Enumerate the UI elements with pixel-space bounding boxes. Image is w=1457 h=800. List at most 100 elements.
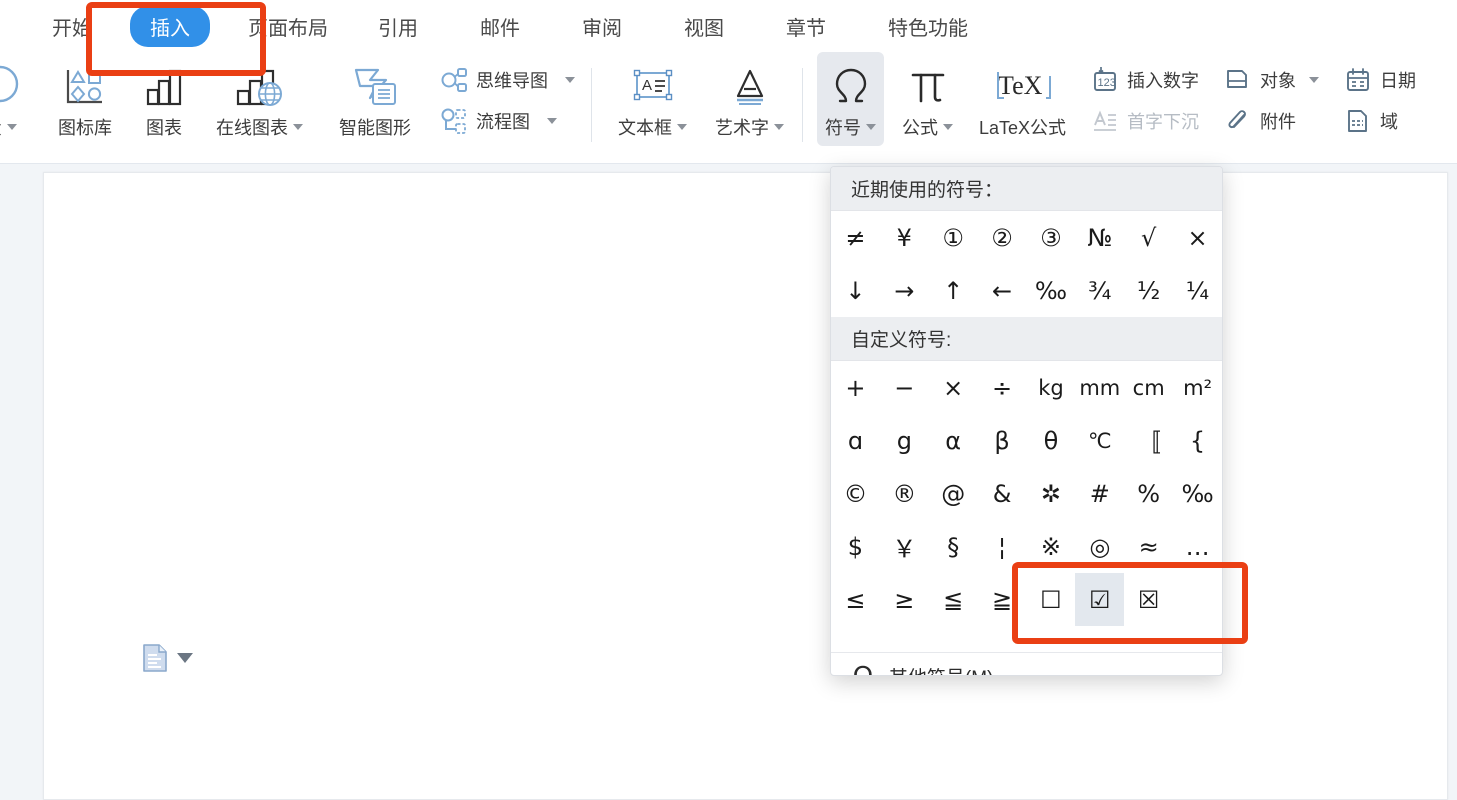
document-area[interactable] xyxy=(0,164,1457,800)
symbol-cell[interactable]: × xyxy=(929,361,978,414)
symbol-cell[interactable]: ≈ xyxy=(1124,520,1173,573)
symbol-cell[interactable]: ® xyxy=(880,467,929,520)
chevron-down-icon[interactable] xyxy=(6,124,17,130)
tab-review[interactable]: 审阅 xyxy=(568,7,636,46)
symbol-cell[interactable]: ≦ xyxy=(929,573,978,626)
symbol-cell[interactable]: ‰ xyxy=(1173,467,1222,520)
object-button[interactable]: 对象 xyxy=(1217,62,1325,98)
symbol-cell[interactable]: @ xyxy=(929,467,978,520)
chevron-down-icon[interactable] xyxy=(677,124,687,130)
custom-symbols-grid[interactable]: + − × ÷ kg mm cm m² ɑ g α β θ ℃ 〚 { © ® … xyxy=(831,361,1222,626)
chevron-down-icon[interactable] xyxy=(565,77,575,83)
tab-featured[interactable]: 特色功能 xyxy=(874,7,982,46)
tab-mail[interactable]: 邮件 xyxy=(466,7,534,46)
chevron-down-icon[interactable] xyxy=(1309,77,1320,83)
chevron-down-icon[interactable] xyxy=(547,118,557,124)
symbol-cell[interactable]: ¼ xyxy=(1173,264,1222,317)
smart-graphic-button[interactable]: 智能图形 xyxy=(331,52,419,146)
symbol-cell[interactable]: ↑ xyxy=(929,264,978,317)
symbol-cell[interactable]: ◎ xyxy=(1075,520,1124,573)
tab-reference[interactable]: 引用 xyxy=(364,7,432,46)
document-page[interactable] xyxy=(43,172,1448,800)
symbol-cell[interactable]: g xyxy=(880,414,929,467)
symbol-cell[interactable]: → xyxy=(880,264,929,317)
icon-library-button[interactable]: 图标库 xyxy=(50,52,120,146)
more-symbols-button[interactable]: Ω 其他符号(M)… xyxy=(831,652,1222,675)
symbol-cell[interactable]: & xyxy=(978,467,1027,520)
symbol-cell[interactable]: θ xyxy=(1027,414,1076,467)
symbol-cell[interactable]: ￥ xyxy=(880,520,929,573)
chevron-down-icon[interactable] xyxy=(293,124,303,130)
chevron-down-icon[interactable] xyxy=(943,124,953,130)
attachment-button[interactable]: 附件 xyxy=(1217,103,1325,139)
chart-button[interactable]: 图表 xyxy=(132,52,196,146)
symbol-button[interactable]: 符号 xyxy=(817,52,884,146)
symbol-cell[interactable]: # xyxy=(1075,467,1124,520)
symbol-cell[interactable]: + xyxy=(831,361,880,414)
symbol-cell[interactable]: √ xyxy=(1124,211,1173,264)
symbol-cell[interactable]: ≤ xyxy=(831,573,880,626)
tab-insert[interactable]: 插入 xyxy=(130,5,210,47)
latex-formula-button[interactable]: TeX LaTeX公式 xyxy=(971,52,1074,146)
symbol-cell[interactable]: − xyxy=(880,361,929,414)
shapes-button[interactable]: 状 xyxy=(0,52,34,146)
symbol-cell[interactable]: ≧ xyxy=(978,573,1027,626)
symbol-cell[interactable]: { xyxy=(1173,414,1222,467)
recent-symbols-grid[interactable]: ≠ ¥ ① ② ③ № √ × ↓ → ↑ ← ‰ ¾ ½ ¼ xyxy=(831,211,1222,317)
symbol-cell[interactable]: × xyxy=(1173,211,1222,264)
field-button[interactable]: 域 xyxy=(1337,103,1422,139)
chevron-down-icon[interactable] xyxy=(774,124,784,130)
symbol-cell[interactable]: ※ xyxy=(1027,520,1076,573)
symbol-cell[interactable]: § xyxy=(929,520,978,573)
symbol-cell[interactable]: ① xyxy=(929,211,978,264)
word-art-button[interactable]: 艺术字 xyxy=(707,52,792,146)
symbol-cell[interactable]: ≠ xyxy=(831,211,880,264)
symbol-cell[interactable]: $ xyxy=(831,520,880,573)
symbol-cell[interactable]: ¥ xyxy=(880,211,929,264)
symbol-cell[interactable]: m² xyxy=(1173,361,1222,414)
symbol-cell-crossed-checkbox[interactable]: ☒ xyxy=(1124,573,1173,626)
symbol-cell[interactable]: ≥ xyxy=(880,573,929,626)
paste-options-icon[interactable] xyxy=(142,643,168,673)
symbol-cell[interactable]: mm xyxy=(1075,361,1124,414)
symbol-cell[interactable]: 〚 xyxy=(1124,414,1173,467)
symbol-cell[interactable]: ✲ xyxy=(1027,467,1076,520)
symbol-cell[interactable]: β xyxy=(978,414,1027,467)
symbol-cell[interactable]: cm xyxy=(1124,361,1173,414)
symbol-cell[interactable]: ← xyxy=(978,264,1027,317)
tab-start[interactable]: 开始 xyxy=(38,7,106,46)
insert-number-button[interactable]: 123 插入数字 xyxy=(1084,62,1205,98)
chevron-down-icon[interactable] xyxy=(177,653,193,663)
symbol-cell[interactable]: ℃ xyxy=(1075,414,1124,467)
symbol-dropdown-panel[interactable]: 近期使用的符号： ≠ ¥ ① ② ③ № √ × ↓ → ↑ ← ‰ ¾ ½ ¼… xyxy=(830,166,1223,676)
formula-button[interactable]: 公式 xyxy=(894,52,961,146)
flowchart-button[interactable]: 流程图 xyxy=(433,103,581,139)
symbol-cell[interactable]: α xyxy=(929,414,978,467)
symbol-cell[interactable]: © xyxy=(831,467,880,520)
symbol-cell-empty-checkbox[interactable]: ☐ xyxy=(1027,573,1076,626)
symbol-cell[interactable]: … xyxy=(1173,520,1222,573)
symbol-cell[interactable]: ↓ xyxy=(831,264,880,317)
symbol-cell[interactable]: ÷ xyxy=(978,361,1027,414)
symbol-cell[interactable]: % xyxy=(1124,467,1173,520)
paste-options-smart-tag[interactable] xyxy=(142,643,193,673)
symbol-cell[interactable]: ɑ xyxy=(831,414,880,467)
chevron-down-icon[interactable] xyxy=(866,124,876,130)
symbol-cell[interactable]: ② xyxy=(978,211,1027,264)
symbol-cell[interactable]: ‰ xyxy=(1027,264,1076,317)
online-chart-button[interactable]: 在线图表 xyxy=(208,52,311,146)
symbol-cell[interactable]: kg xyxy=(1027,361,1076,414)
mindmap-button[interactable]: 思维导图 xyxy=(433,62,581,98)
symbol-cell[interactable]: № xyxy=(1075,211,1124,264)
text-box-button[interactable]: A 文本框 xyxy=(610,52,695,146)
symbol-cell[interactable]: ③ xyxy=(1027,211,1076,264)
symbol-cell[interactable]: ¾ xyxy=(1075,264,1124,317)
date-button[interactable]: 日期 xyxy=(1337,62,1422,98)
tab-section[interactable]: 章节 xyxy=(772,7,840,46)
tab-view[interactable]: 视图 xyxy=(670,7,738,46)
symbol-cell[interactable]: ½ xyxy=(1124,264,1173,317)
symbol-cell[interactable]: ¦ xyxy=(978,520,1027,573)
tab-page-layout[interactable]: 页面布局 xyxy=(234,7,342,46)
symbol-cell-checked-checkbox[interactable]: ☑ xyxy=(1075,573,1125,626)
symbol-cell-empty[interactable] xyxy=(1173,573,1222,626)
